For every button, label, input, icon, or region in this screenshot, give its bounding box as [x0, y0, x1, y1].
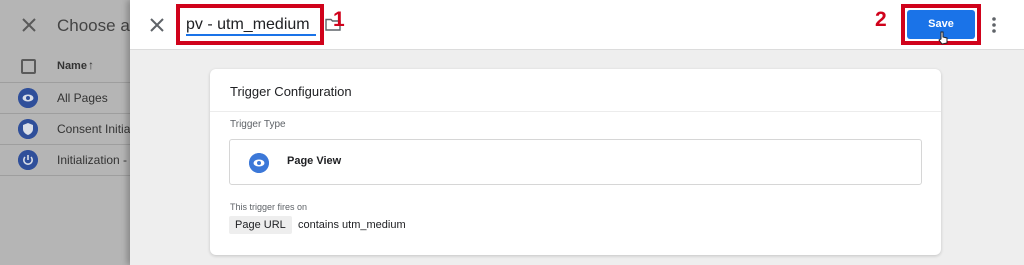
trigger-type-label: Trigger Type — [230, 119, 286, 130]
list-item-label: All Pages — [57, 91, 108, 105]
condition-text: contains utm_medium — [298, 219, 406, 231]
name-column-header[interactable]: Name — [57, 60, 87, 72]
step-marker-2: 2 — [875, 8, 887, 31]
list-item[interactable]: Initialization - — [0, 145, 130, 176]
close-icon[interactable] — [19, 15, 39, 35]
list-item[interactable]: Consent Initia — [0, 114, 130, 145]
eye-icon — [249, 153, 269, 173]
tag-name-highlight: pv - utm_medium — [176, 4, 324, 45]
hand-cursor-icon — [938, 31, 948, 45]
close-icon[interactable] — [147, 15, 167, 35]
trigger-configuration-card[interactable]: Trigger Configuration Trigger Type Page … — [210, 69, 941, 255]
list-item[interactable]: All Pages — [0, 83, 130, 114]
more-vert-icon[interactable] — [991, 16, 997, 34]
card-title: Trigger Configuration — [230, 84, 352, 99]
trigger-name-input[interactable]: pv - utm_medium — [186, 16, 310, 34]
condition-variable-chip: Page URL — [229, 216, 292, 234]
trigger-editor-panel: pv - utm_medium 1 2 Save Trigger Configu… — [130, 0, 1024, 265]
eye-icon — [18, 88, 38, 108]
list-item-label: Initialization - — [57, 153, 128, 167]
input-underline — [186, 34, 316, 36]
sort-arrow-icon[interactable]: ↑ — [88, 58, 94, 72]
background-panel: Choose a Name ↑ All Pages Consent Initia… — [0, 0, 130, 265]
column-header-row: Name ↑ — [0, 50, 130, 83]
divider — [210, 111, 941, 112]
background-title: Choose a — [57, 16, 130, 35]
list-item-label: Consent Initia — [57, 122, 131, 136]
trigger-type-selector[interactable]: Page View — [229, 139, 922, 185]
select-all-checkbox[interactable] — [21, 59, 36, 74]
power-icon — [18, 150, 38, 170]
fires-on-label: This trigger fires on — [230, 202, 308, 212]
step-marker-1: 1 — [333, 8, 345, 31]
trigger-type-name: Page View — [287, 155, 342, 167]
top-bar: pv - utm_medium 1 2 Save — [130, 0, 1024, 50]
background-header: Choose a — [0, 0, 130, 50]
shield-icon — [18, 119, 38, 139]
